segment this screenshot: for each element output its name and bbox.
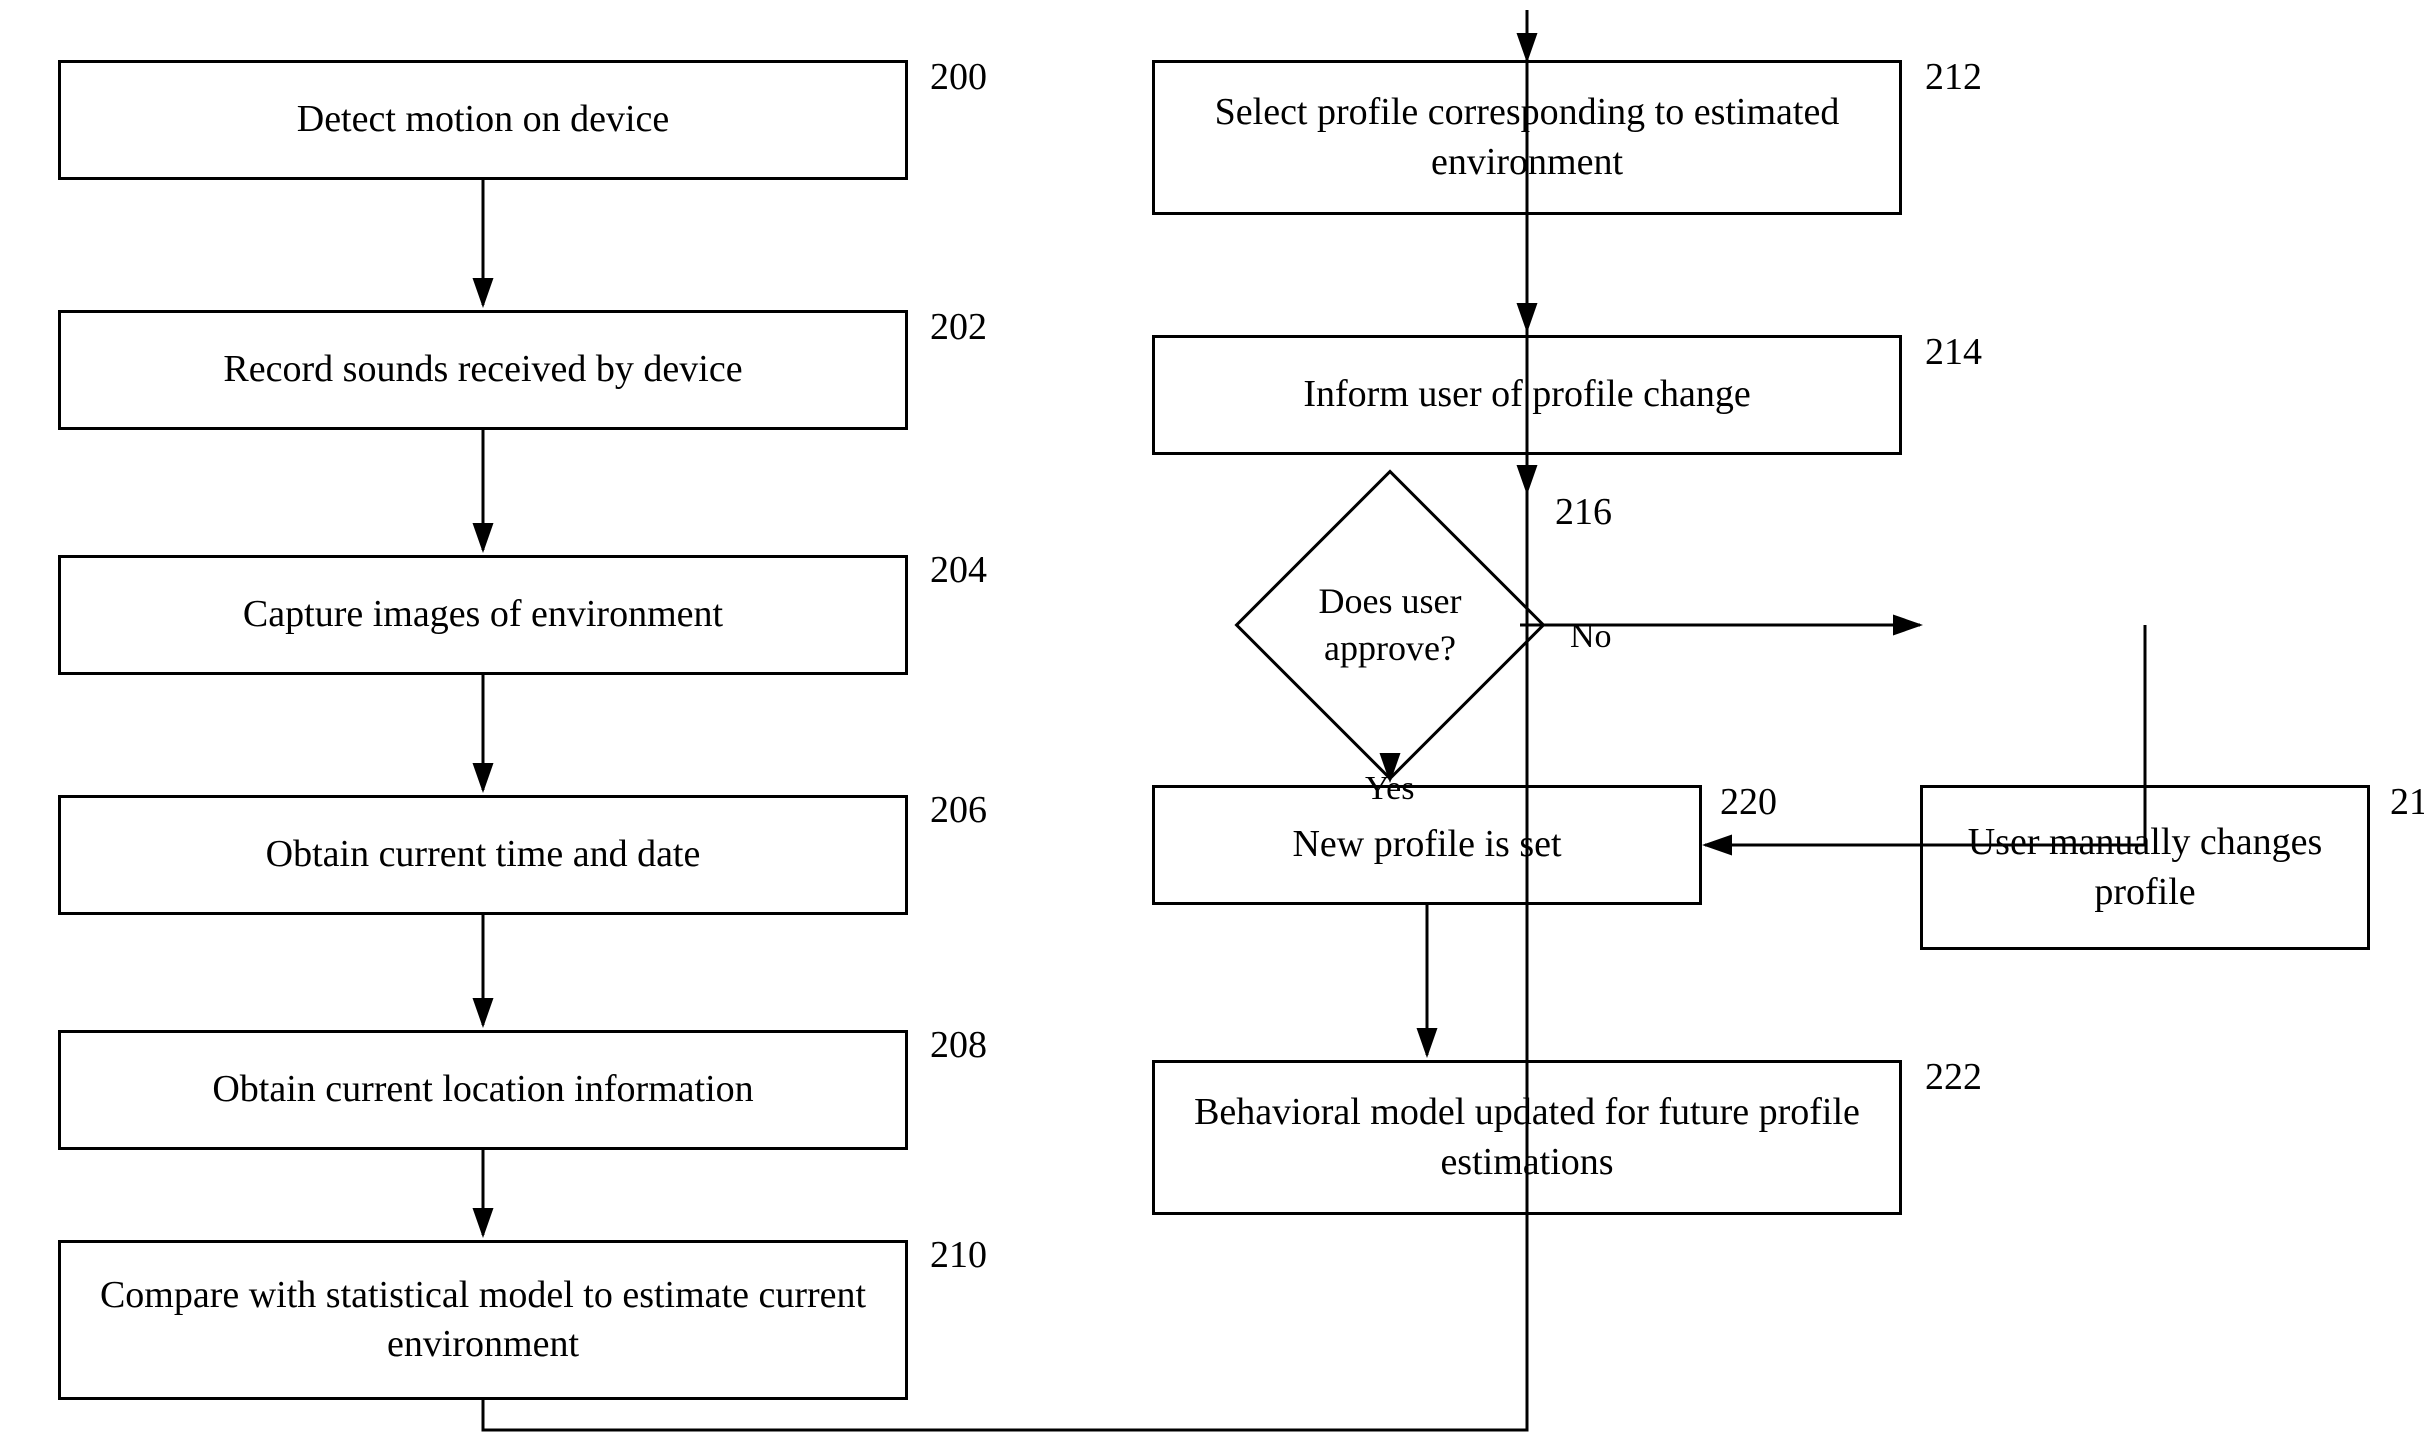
arrows-svg	[0, 0, 2424, 1452]
ref-216: 216	[1555, 490, 1612, 534]
ref-202: 202	[930, 305, 987, 349]
box-inform-user: Inform user of profile change	[1152, 335, 1902, 455]
box-new-profile: New profile is set	[1152, 785, 1702, 905]
ref-204: 204	[930, 548, 987, 592]
ref-208: 208	[930, 1023, 987, 1067]
ref-206: 206	[930, 788, 987, 832]
flowchart-diagram: Detect motion on device 200 Record sound…	[0, 0, 2424, 1452]
box-obtain-location: Obtain current location information	[58, 1030, 908, 1150]
ref-220: 220	[1720, 780, 1777, 824]
ref-212: 212	[1925, 55, 1982, 99]
box-compare-model: Compare with statistical model to estima…	[58, 1240, 908, 1400]
box-behavioral-model: Behavioral model updated for future prof…	[1152, 1060, 1902, 1215]
box-detect-motion: Detect motion on device	[58, 60, 908, 180]
ref-218: 218	[2390, 780, 2424, 824]
diamond-user-approve: Does user approve?	[1260, 495, 1520, 755]
ref-200: 200	[930, 55, 987, 99]
box-record-sounds: Record sounds received by device	[58, 310, 908, 430]
box-manual-change: User manually changes profile	[1920, 785, 2370, 950]
label-yes: Yes	[1365, 770, 1414, 808]
box-capture-images: Capture images of environment	[58, 555, 908, 675]
label-no: No	[1570, 618, 1612, 656]
ref-214: 214	[1925, 330, 1982, 374]
box-select-profile: Select profile corresponding to estimate…	[1152, 60, 1902, 215]
ref-222: 222	[1925, 1055, 1982, 1099]
ref-210: 210	[930, 1233, 987, 1277]
box-obtain-time: Obtain current time and date	[58, 795, 908, 915]
